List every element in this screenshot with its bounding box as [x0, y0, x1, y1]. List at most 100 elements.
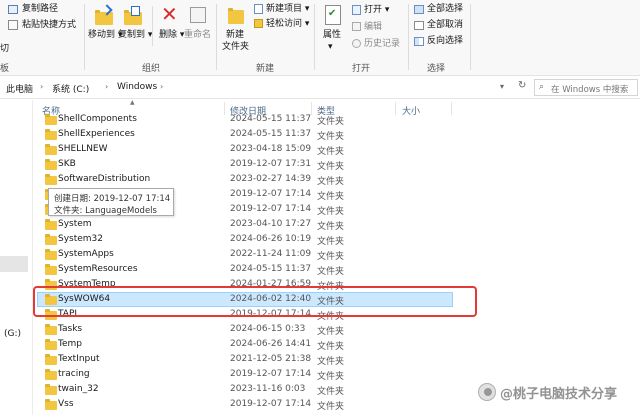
address-bar[interactable]: 此电脑 › 系统 (C:) › Windows › ▾ ↻ ⌕ 在 Window… — [0, 77, 640, 99]
folder-icon — [45, 129, 57, 140]
file-name: ShellComponents — [58, 114, 137, 124]
new-folder-label-1[interactable]: 新建 — [226, 30, 244, 41]
watermark-text: @桃子电脑技术分享 — [500, 387, 618, 402]
file-date: 2019-12-07 17:14 — [230, 399, 312, 409]
open-group-label: 打开 — [352, 64, 371, 74]
table-row[interactable]: SoftwareDistribution 2023-02-27 14:39 文件夹 — [33, 172, 640, 187]
folder-icon — [45, 264, 57, 275]
breadcrumb-windows[interactable]: Windows — [117, 82, 157, 92]
select-none-button[interactable]: 全部取消 — [427, 20, 463, 31]
properties-icon: ✔ — [325, 5, 341, 25]
folder-icon — [45, 339, 57, 350]
highlight-annotation — [33, 286, 477, 317]
file-type: 文件夹 — [317, 117, 345, 127]
file-list: ShellComponents 2024-05-15 11:37 文件夹 ShellE… — [33, 112, 640, 410]
table-row[interactable]: TextInput 2021-12-05 21:38 文件夹 — [33, 352, 640, 367]
new-folder-label-2[interactable]: 文件夹 — [222, 42, 249, 53]
properties-dropdown[interactable]: ▾ — [328, 42, 333, 53]
table-row[interactable]: SHELLNEW 2023-04-18 15:09 文件夹 — [33, 142, 640, 157]
organize-group-label: 组织 — [142, 64, 161, 74]
folder-icon — [45, 114, 57, 125]
folder-icon — [45, 144, 57, 155]
table-row[interactable]: System32 2024-06-26 10:19 文件夹 — [33, 232, 640, 247]
refresh-icon[interactable]: ↻ — [518, 80, 526, 91]
edit-icon — [352, 22, 361, 31]
explorer-window: 复制路径 粘贴快捷方式 切 板 移动到 ▾ 复制到 ▾ ✕ 删除 ▾ 重命名 组… — [0, 0, 640, 415]
file-date: 2023-11-16 0:03 — [230, 384, 306, 394]
properties-button[interactable]: 属性 — [323, 30, 341, 41]
file-type: 文件夹 — [317, 132, 345, 142]
search-input[interactable]: 在 Windows 中搜索 — [551, 83, 628, 95]
select-none-icon — [414, 21, 424, 30]
file-type: 文件夹 — [317, 402, 345, 410]
edit-button[interactable]: 编辑 — [364, 22, 382, 33]
file-type: 文件夹 — [317, 252, 345, 262]
file-type: 文件夹 — [317, 237, 345, 247]
file-name: TextInput — [58, 354, 100, 364]
paste-shortcut-button[interactable]: 粘贴快捷方式 — [22, 20, 76, 31]
copy-to-button[interactable]: 复制到 ▾ — [118, 30, 152, 41]
open-button[interactable]: 打开 ▾ — [364, 5, 389, 16]
file-date: 2024-06-15 0:33 — [230, 324, 306, 334]
breadcrumb-this-pc[interactable]: 此电脑 — [6, 82, 33, 95]
folder-icon — [45, 174, 57, 185]
file-date: 2024-05-15 11:37 — [230, 129, 312, 139]
nav-selected-item[interactable] — [0, 256, 28, 272]
table-row[interactable]: System 2023-04-10 17:27 文件夹 — [33, 217, 640, 232]
select-all-button[interactable]: 全部选择 — [427, 4, 463, 15]
invert-selection-button[interactable]: 反向选择 — [427, 36, 463, 47]
file-type: 文件夹 — [317, 372, 345, 382]
table-row[interactable]: ShellComponents 2024-05-15 11:37 文件夹 — [33, 112, 640, 127]
table-row[interactable]: ShellExperiences 2024-05-15 11:37 文件夹 — [33, 127, 640, 142]
file-name: SystemResources — [58, 264, 138, 274]
file-date: 2024-06-26 14:41 — [230, 339, 312, 349]
history-button[interactable]: 历史记录 — [364, 39, 400, 50]
file-date: 2021-12-05 21:38 — [230, 354, 312, 364]
delete-icon: ✕ — [161, 2, 178, 26]
easy-access-icon — [254, 19, 263, 28]
address-dropdown-icon[interactable]: ▾ — [500, 82, 504, 91]
breadcrumb-system-c[interactable]: 系统 (C:) — [52, 82, 89, 95]
copy-path-icon — [8, 5, 18, 14]
table-row[interactable]: Temp 2024-06-26 14:41 文件夹 — [33, 337, 640, 352]
chevron-right-icon[interactable]: › — [160, 82, 163, 91]
file-type: 文件夹 — [317, 192, 345, 202]
chevron-right-icon[interactable]: › — [40, 82, 43, 91]
folder-icon — [45, 369, 57, 380]
rename-button[interactable]: 重命名 — [184, 30, 211, 41]
ribbon: 复制路径 粘贴快捷方式 切 板 移动到 ▾ 复制到 ▾ ✕ 删除 ▾ 重命名 组… — [0, 0, 640, 76]
paste-shortcut-icon — [8, 20, 18, 30]
search-box[interactable]: ⌕ 在 Windows 中搜索 — [534, 79, 638, 96]
copy-path-button[interactable]: 复制路径 — [22, 4, 58, 15]
watermark: @桃子电脑技术分享 — [478, 381, 638, 403]
sort-up-icon: ▲ — [130, 99, 135, 106]
chevron-right-icon[interactable]: › — [105, 82, 108, 91]
rename-icon — [190, 7, 206, 23]
cut-button[interactable]: 切 — [0, 44, 9, 55]
table-row[interactable]: tracing 2019-12-07 17:14 文件夹 — [33, 367, 640, 382]
file-name: ShellExperiences — [58, 129, 135, 139]
file-date: 2019-12-07 17:14 — [230, 369, 312, 379]
file-date: 2024-05-15 11:37 — [230, 264, 312, 274]
file-type: 文件夹 — [317, 207, 345, 217]
table-row[interactable]: Tasks 2024-06-15 0:33 文件夹 — [33, 322, 640, 337]
history-icon — [352, 39, 361, 48]
file-name: SHELLNEW — [58, 144, 108, 154]
nav-drive-g[interactable]: (G:) — [4, 329, 21, 339]
table-row[interactable]: SystemResources 2024-05-15 11:37 文件夹 — [33, 262, 640, 277]
file-name: SystemApps — [58, 249, 114, 259]
delete-button[interactable]: 删除 ▾ — [159, 30, 184, 41]
open-icon — [352, 5, 361, 15]
file-date: 2019-12-07 17:14 — [230, 204, 312, 214]
easy-access-button[interactable]: 轻松访问 ▾ — [266, 19, 309, 30]
tooltip-created: 创建日期: 2019-12-07 17:14 — [54, 194, 171, 204]
folder-icon — [45, 234, 57, 245]
invert-selection-icon — [414, 37, 424, 46]
table-row[interactable]: SKB 2019-12-07 17:31 文件夹 — [33, 157, 640, 172]
new-item-button[interactable]: 新建项目 ▾ — [266, 4, 309, 15]
table-row[interactable]: SystemApps 2022-11-24 11:09 文件夹 — [33, 247, 640, 262]
file-date: 2023-02-27 14:39 — [230, 174, 312, 184]
select-all-icon — [414, 5, 424, 14]
file-type: 文件夹 — [317, 357, 345, 367]
file-date: 2023-04-18 15:09 — [230, 144, 312, 154]
